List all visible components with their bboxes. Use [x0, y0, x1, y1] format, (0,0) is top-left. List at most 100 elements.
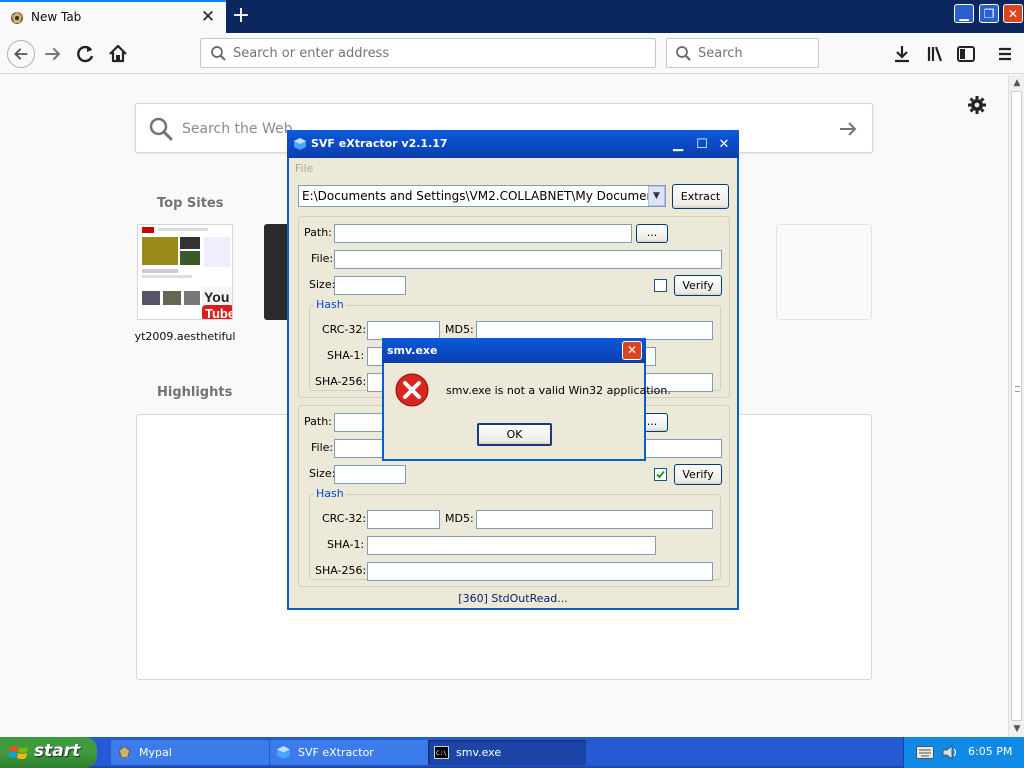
- svg-text:C:\: C:\: [436, 750, 447, 757]
- crc32-label: CRC-32:: [322, 512, 367, 525]
- verify-checkbox-checked[interactable]: [654, 468, 667, 481]
- top-site-thumbnail[interactable]: You Tube: [137, 224, 233, 320]
- url-input[interactable]: [233, 44, 643, 63]
- tab-close-icon[interactable]: ✕: [199, 7, 217, 27]
- window-restore-icon[interactable]: ❐: [979, 4, 999, 23]
- minimize-icon[interactable]: ▁: [668, 136, 688, 154]
- sha256-label: SHA-256:: [315, 375, 367, 388]
- mypal-favicon-icon: [11, 12, 23, 24]
- cube-app-icon: [277, 746, 290, 759]
- taskbar-item-svf-extractor[interactable]: SVF eXtractor: [270, 740, 428, 765]
- hash-legend: Hash: [314, 487, 346, 500]
- system-tray: 6:05 PM: [903, 737, 1024, 768]
- window-close-icon[interactable]: ✕: [1003, 4, 1023, 23]
- search-bar[interactable]: [666, 38, 819, 68]
- crc32-input[interactable]: [367, 510, 440, 529]
- md5-label: MD5:: [445, 323, 474, 336]
- url-bar[interactable]: [200, 38, 656, 68]
- error-message: smv.exe is not a valid Win32 application…: [446, 384, 671, 397]
- tab-strip: New Tab ✕ + ▁ ❐ ✕: [0, 0, 1024, 33]
- scrollbar-thumb[interactable]: [1011, 91, 1022, 721]
- file-label: File:: [311, 252, 334, 265]
- sha1-label: SHA-1:: [327, 538, 365, 551]
- error-dialog: smv.exe ✕ smv.exe is not a valid Win32 a…: [382, 338, 671, 461]
- verify-checkbox[interactable]: [654, 279, 667, 292]
- start-button[interactable]: start: [0, 737, 97, 768]
- arrow-left-icon[interactable]: [7, 40, 35, 68]
- path-input[interactable]: [334, 224, 632, 243]
- home-icon[interactable]: [104, 40, 132, 68]
- close-icon[interactable]: ✕: [714, 136, 734, 154]
- search-icon: [211, 46, 226, 61]
- hash-legend: Hash: [314, 298, 346, 311]
- cube-app-icon: [294, 138, 306, 150]
- keyboard-icon[interactable]: [916, 746, 934, 759]
- size-label: Size:: [309, 278, 336, 291]
- maximize-icon[interactable]: ☐: [692, 136, 712, 154]
- error-x-icon: [395, 373, 429, 407]
- taskbar-item-label: Mypal: [139, 746, 172, 759]
- new-tab-plus-icon[interactable]: +: [230, 4, 252, 28]
- vertical-scrollbar[interactable]: ▲ ▼: [1008, 75, 1024, 737]
- window-minimize-icon[interactable]: ▁: [954, 4, 974, 23]
- arrow-right-icon[interactable]: [836, 117, 860, 141]
- chevron-down-icon[interactable]: ▼: [648, 186, 665, 206]
- windows-logo-icon: [9, 746, 28, 759]
- size-input[interactable]: [334, 276, 406, 295]
- svf-title: SVF eXtractor v2.1.17: [311, 137, 448, 150]
- search-icon: [676, 46, 691, 61]
- scroll-down-arrow-icon[interactable]: ▼: [1009, 721, 1024, 737]
- svg-text:You: You: [204, 289, 229, 305]
- extract-button[interactable]: Extract: [672, 184, 729, 209]
- close-icon[interactable]: ✕: [622, 341, 642, 360]
- reload-icon[interactable]: [72, 40, 100, 68]
- tab-title: New Tab: [31, 10, 82, 24]
- browse-button[interactable]: ...: [636, 224, 668, 243]
- source-path-combobox[interactable]: E:\Documents and Settings\VM2.COLLABNET\…: [298, 185, 666, 207]
- arrow-right-icon[interactable]: [40, 40, 68, 68]
- path-label: Path:: [304, 226, 332, 239]
- taskbar-item-mypal[interactable]: Mypal: [111, 740, 269, 765]
- scroll-up-arrow-icon[interactable]: ▲: [1009, 75, 1024, 91]
- tab-new-tab[interactable]: New Tab ✕: [0, 0, 226, 33]
- svg-text:Tube: Tube: [205, 306, 233, 320]
- search-icon: [149, 117, 173, 141]
- sidebar-icon[interactable]: [952, 40, 980, 68]
- taskbar-item-label: smv.exe: [456, 746, 502, 759]
- sha256-input[interactable]: [367, 562, 713, 581]
- file-input[interactable]: [334, 250, 722, 269]
- ok-button[interactable]: OK: [477, 423, 552, 446]
- size-label: Size:: [309, 467, 336, 480]
- status-bar: [360] StdOutRead...: [458, 592, 568, 605]
- taskbar-item-smv-exe[interactable]: C:\ smv.exe: [428, 740, 586, 765]
- size-input[interactable]: [334, 465, 406, 484]
- top-sites-heading: Top Sites: [157, 196, 224, 211]
- hash-frame: Hash CRC-32: MD5: SHA-1: SHA-256:: [309, 487, 721, 581]
- nav-toolbar: [0, 33, 1024, 74]
- sha1-input[interactable]: [367, 536, 656, 555]
- taskbar-item-label: SVF eXtractor: [298, 746, 374, 759]
- menu-file[interactable]: File: [295, 162, 313, 175]
- download-icon[interactable]: [888, 40, 916, 68]
- verify-button[interactable]: Verify: [674, 464, 722, 485]
- taskbar: start Mypal SVF eXtractor C:\ smv.exe 6:…: [0, 737, 1024, 768]
- svf-titlebar[interactable]: SVF eXtractor v2.1.17 ▁ ☐ ✕: [287, 130, 739, 158]
- youtube-logo-icon: You Tube: [138, 225, 233, 320]
- file-label: File:: [311, 441, 334, 454]
- volume-icon[interactable]: [942, 745, 958, 760]
- md5-label: MD5:: [445, 512, 474, 525]
- verify-button[interactable]: Verify: [674, 275, 722, 296]
- path-label: Path:: [304, 415, 332, 428]
- hamburger-menu-icon[interactable]: [991, 40, 1019, 68]
- start-label: start: [34, 741, 81, 761]
- top-site-label[interactable]: yt2009.aesthetiful: [129, 330, 241, 343]
- sha1-label: SHA-1:: [327, 349, 365, 362]
- highlights-heading: Highlights: [157, 385, 233, 400]
- library-icon[interactable]: [921, 40, 949, 68]
- gear-icon[interactable]: [966, 94, 988, 116]
- search-input[interactable]: [698, 44, 813, 63]
- sha256-label: SHA-256:: [315, 564, 367, 577]
- error-dialog-titlebar[interactable]: smv.exe ✕: [382, 338, 646, 363]
- crc32-label: CRC-32:: [322, 323, 367, 336]
- md5-input[interactable]: [476, 510, 713, 529]
